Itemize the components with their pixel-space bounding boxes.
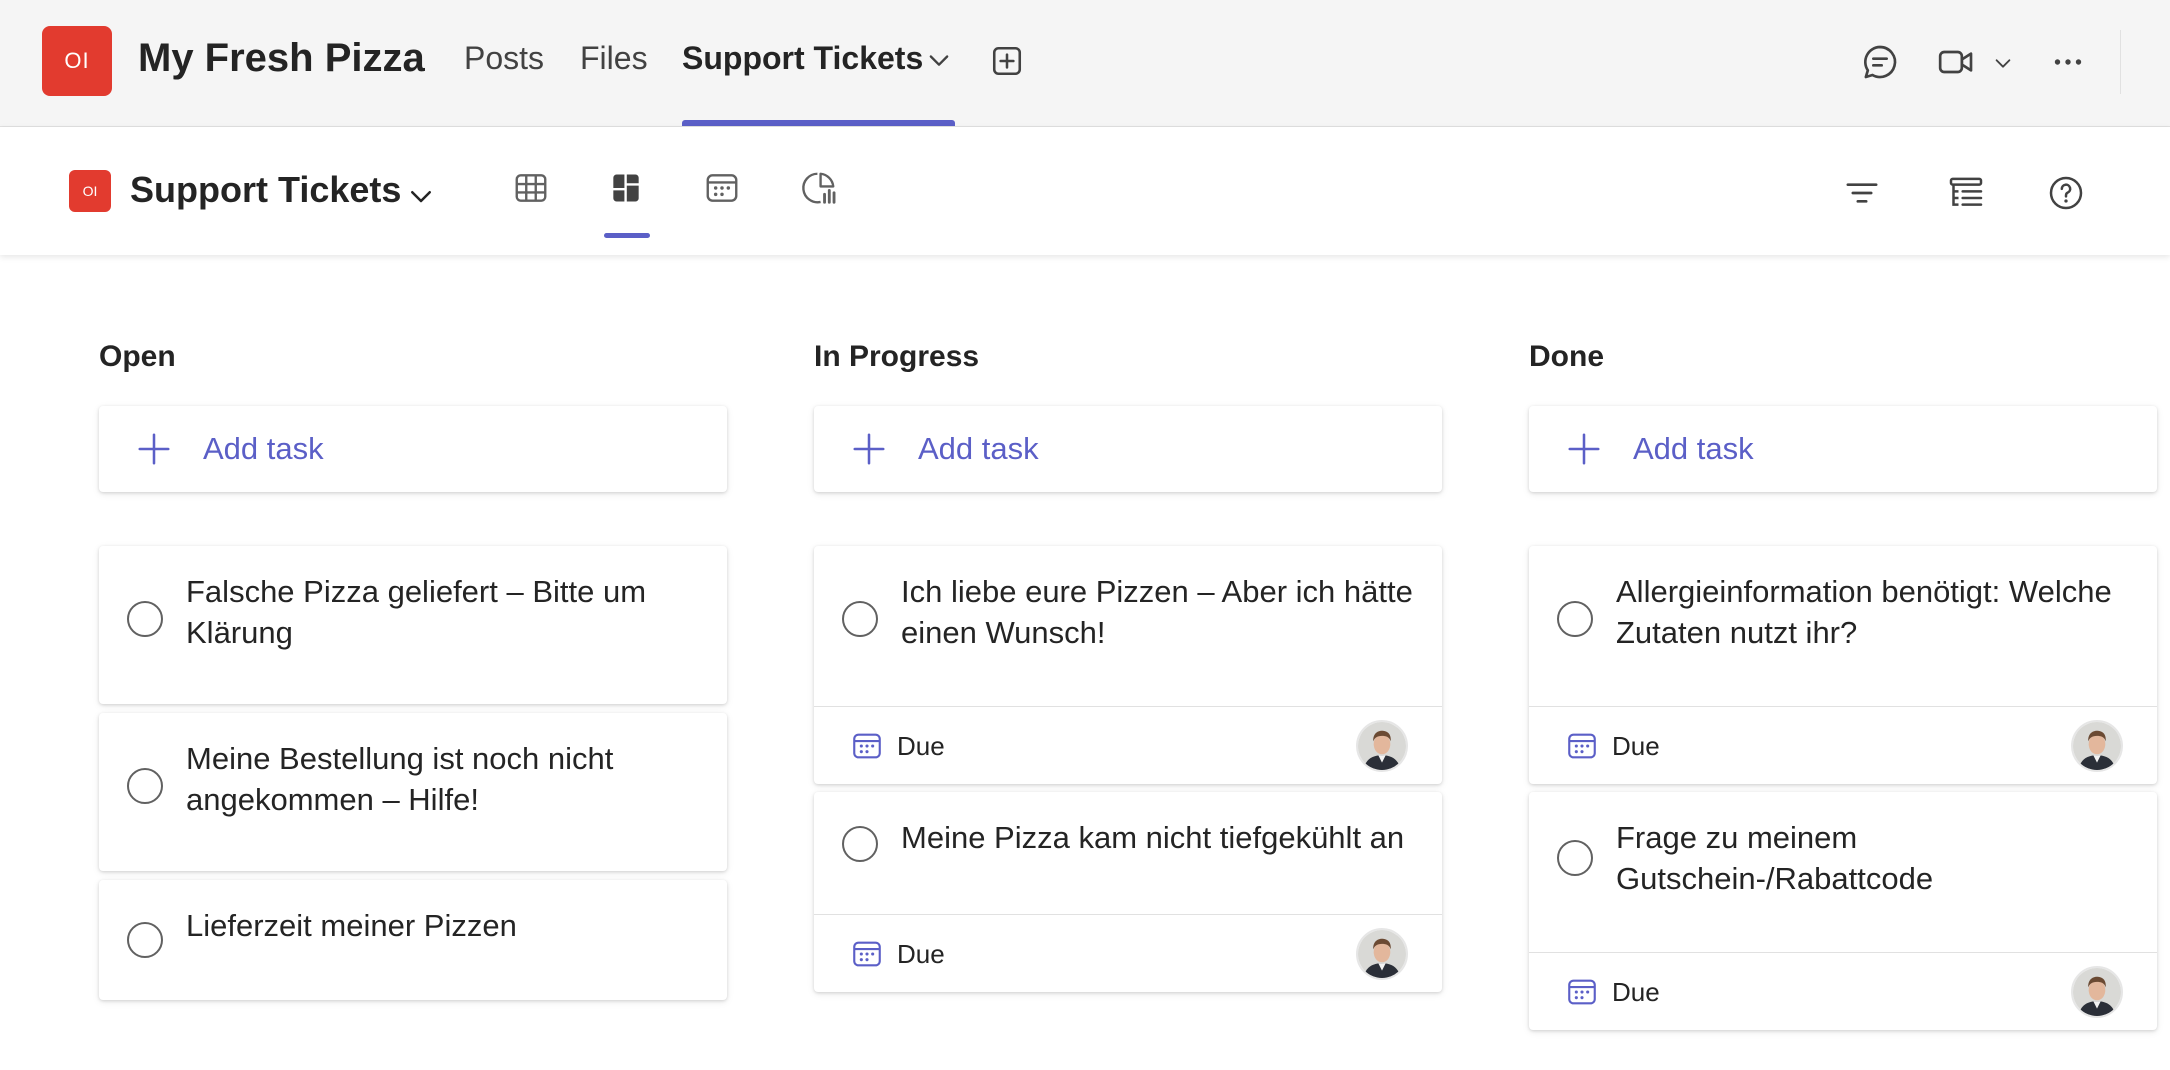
tab-support-tickets[interactable]: Support Tickets (682, 40, 923, 77)
due-date-label[interactable]: Due (1612, 977, 1660, 1008)
person-photo-icon (2073, 968, 2121, 1016)
more-options-icon[interactable] (2050, 42, 2086, 82)
task-card[interactable]: Meine Bestellung ist noch nicht angekomm… (99, 713, 727, 871)
calendar-icon (853, 941, 881, 967)
bucket-title[interactable]: In Progress (814, 340, 1444, 406)
chevron-down-icon[interactable] (1992, 52, 2014, 74)
planner-toolbar: OI Support Tickets (0, 127, 2170, 255)
task-title: Meine Bestellung ist noch nicht angekomm… (186, 741, 614, 817)
task-title: Falsche Pizza geliefert – Bitte um Kläru… (186, 574, 647, 650)
active-tab-indicator (682, 120, 955, 126)
team-avatar[interactable]: OI (42, 26, 112, 96)
chat-icon[interactable] (1860, 42, 1900, 82)
teams-header: OI My Fresh Pizza Posts Files Support Ti… (0, 0, 2170, 127)
task-card[interactable]: Frage zu meinem Gutschein-/Rabattcode Du… (1529, 792, 2157, 1030)
calendar-icon (853, 733, 881, 759)
assignee-avatar[interactable] (1356, 720, 1408, 772)
plan-avatar: OI (69, 170, 111, 212)
charts-icon[interactable] (800, 169, 838, 207)
add-task-label: Add task (203, 431, 324, 466)
plus-icon (138, 433, 170, 465)
help-icon[interactable] (2046, 173, 2086, 213)
task-title: Ich liebe eure Pizzen – Aber ich hätte e… (901, 574, 1413, 650)
due-date-label[interactable]: Due (897, 939, 945, 970)
bucket-open: Open Add task Falsche Pizza geliefert – … (99, 340, 729, 1000)
chevron-down-icon[interactable] (406, 181, 436, 211)
plus-icon (1568, 433, 1600, 465)
complete-task-checkbox[interactable] (1557, 840, 1593, 876)
task-title: Lieferzeit meiner Pizzen (186, 908, 517, 943)
add-task-button[interactable]: Add task (814, 406, 1442, 492)
assignee-avatar[interactable] (2071, 720, 2123, 772)
bucket-done: Done Add task Allergieinformation benöti… (1529, 340, 2159, 1030)
team-name: My Fresh Pizza (138, 36, 425, 80)
video-call-icon[interactable] (1936, 42, 1976, 82)
complete-task-checkbox[interactable] (127, 922, 163, 958)
bucket-title[interactable]: Done (1529, 340, 2159, 406)
task-card[interactable]: Falsche Pizza geliefert – Bitte um Kläru… (99, 546, 727, 704)
task-footer: Due (1529, 706, 2157, 784)
bucket-in-progress: In Progress Add task Ich liebe eure Pizz… (814, 340, 1444, 992)
schedule-icon[interactable] (703, 169, 741, 207)
plan-title[interactable]: Support Tickets (130, 169, 401, 211)
due-date-label[interactable]: Due (1612, 731, 1660, 762)
calendar-icon (1568, 733, 1596, 759)
calendar-icon (1568, 979, 1596, 1005)
group-by-icon[interactable] (1946, 173, 1986, 213)
complete-task-checkbox[interactable] (842, 826, 878, 862)
bucket-title[interactable]: Open (99, 340, 729, 406)
filter-icon[interactable] (1842, 173, 1882, 213)
active-view-indicator (604, 233, 650, 238)
add-task-label: Add task (1633, 431, 1754, 466)
plus-icon (853, 433, 885, 465)
add-task-button[interactable]: Add task (99, 406, 727, 492)
task-title: Allergieinformation benötigt: Welche Zut… (1616, 574, 2112, 650)
add-task-label: Add task (918, 431, 1039, 466)
tab-posts[interactable]: Posts (464, 40, 544, 77)
task-card[interactable]: Allergieinformation benötigt: Welche Zut… (1529, 546, 2157, 784)
person-photo-icon (1358, 722, 1406, 770)
assignee-avatar[interactable] (2071, 966, 2123, 1018)
complete-task-checkbox[interactable] (842, 601, 878, 637)
person-photo-icon (2073, 722, 2121, 770)
task-card[interactable]: Lieferzeit meiner Pizzen (99, 880, 727, 1000)
person-photo-icon (1358, 930, 1406, 978)
task-footer: Due (814, 914, 1442, 992)
complete-task-checkbox[interactable] (1557, 601, 1593, 637)
add-tab-icon[interactable] (990, 44, 1024, 78)
header-divider (2120, 30, 2121, 94)
tab-files[interactable]: Files (580, 40, 648, 77)
chevron-down-icon[interactable] (925, 46, 953, 74)
due-date-label[interactable]: Due (897, 731, 945, 762)
task-footer: Due (1529, 952, 2157, 1030)
task-card[interactable]: Meine Pizza kam nicht tiefgekühlt an Due (814, 792, 1442, 992)
task-card[interactable]: Ich liebe eure Pizzen – Aber ich hätte e… (814, 546, 1442, 784)
task-footer: Due (814, 706, 1442, 784)
add-task-button[interactable]: Add task (1529, 406, 2157, 492)
board-icon[interactable] (607, 169, 645, 207)
grid-icon[interactable] (512, 169, 550, 207)
complete-task-checkbox[interactable] (127, 768, 163, 804)
task-title: Meine Pizza kam nicht tiefgekühlt an (901, 820, 1405, 855)
assignee-avatar[interactable] (1356, 928, 1408, 980)
task-title: Frage zu meinem Gutschein-/Rabattcode (1616, 820, 1934, 896)
complete-task-checkbox[interactable] (127, 601, 163, 637)
